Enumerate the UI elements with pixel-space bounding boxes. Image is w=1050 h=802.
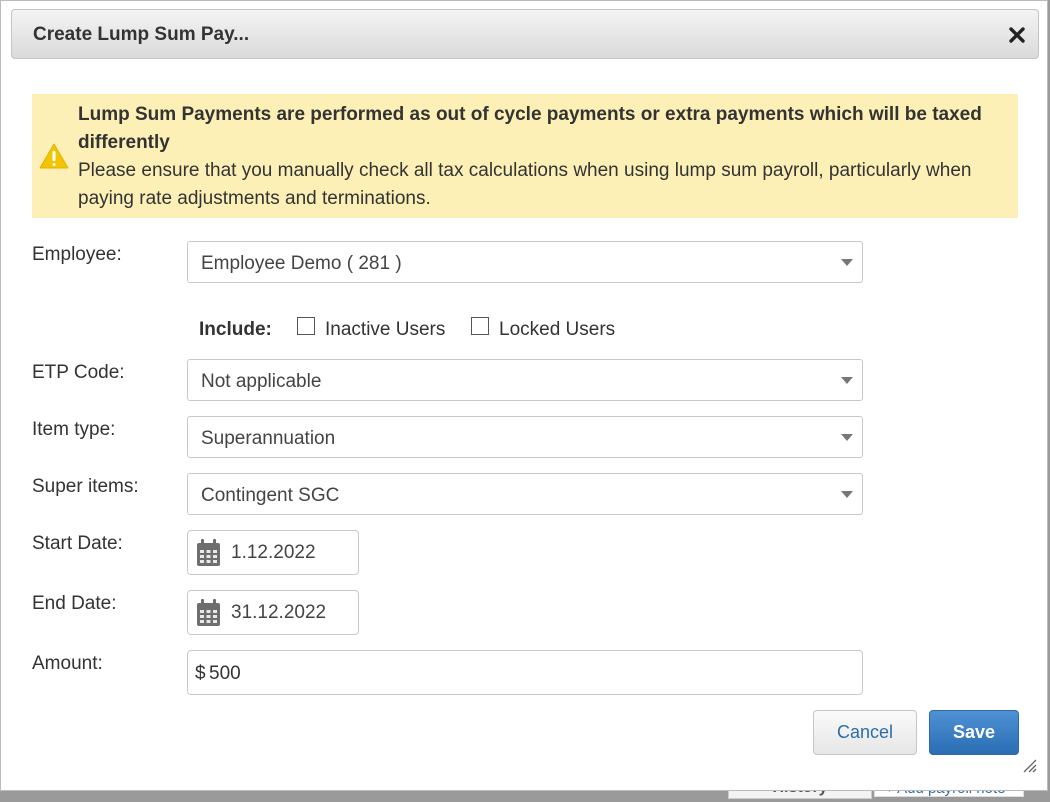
locked-users-checkbox[interactable]	[471, 317, 489, 335]
super-items-label: Super items:	[32, 476, 139, 497]
employee-value: Employee Demo ( 281 )	[201, 253, 402, 274]
alert-body: Please ensure that you manually check al…	[78, 160, 972, 209]
chevron-down-icon	[841, 491, 853, 498]
chevron-down-icon	[841, 377, 853, 384]
item-type-value: Superannuation	[201, 428, 336, 449]
calendar-icon[interactable]	[196, 599, 221, 632]
alert-text: Lump Sum Payments are performed as out o…	[78, 101, 1008, 213]
item-type-select[interactable]: Superannuation	[187, 416, 863, 458]
amount-input[interactable]: $ 500	[187, 650, 863, 695]
calendar-icon[interactable]	[196, 539, 221, 572]
inactive-users-label[interactable]: Inactive Users	[325, 319, 445, 341]
currency-symbol: $	[195, 663, 206, 684]
etp-code-select[interactable]: Not applicable	[187, 359, 863, 401]
super-items-value: Contingent SGC	[201, 485, 340, 506]
chevron-down-icon	[841, 434, 853, 441]
start-date-value[interactable]: 1.12.2022	[231, 542, 316, 564]
employee-label: Employee:	[32, 244, 122, 265]
amount-value[interactable]: 500	[209, 663, 241, 685]
close-icon[interactable]	[1006, 24, 1028, 46]
resize-handle-icon[interactable]	[1021, 757, 1037, 778]
dialog-title: Create Lump Sum Pay...	[33, 24, 250, 45]
save-button[interactable]: Save	[929, 710, 1019, 755]
start-date-field[interactable]: 1.12.2022	[187, 530, 359, 575]
amount-label: Amount:	[32, 653, 103, 674]
alert-heading: Lump Sum Payments are performed as out o…	[78, 104, 982, 153]
warning-icon	[39, 143, 69, 174]
super-items-select[interactable]: Contingent SGC	[187, 473, 863, 515]
etp-code-value: Not applicable	[201, 371, 322, 392]
end-date-value[interactable]: 31.12.2022	[231, 602, 326, 624]
start-date-label: Start Date:	[32, 533, 123, 554]
end-date-label: End Date:	[32, 593, 117, 614]
employee-select[interactable]: Employee Demo ( 281 )	[187, 241, 863, 283]
cancel-button[interactable]: Cancel	[813, 710, 917, 755]
warning-alert: Lump Sum Payments are performed as out o…	[32, 94, 1018, 218]
chevron-down-icon	[841, 259, 853, 266]
item-type-label: Item type:	[32, 419, 116, 440]
create-lump-sum-dialog: Create Lump Sum Pay... Lump Sum Payments…	[0, 0, 1048, 791]
etp-code-label: ETP Code:	[32, 362, 125, 383]
include-label: Include:	[199, 319, 272, 340]
end-date-field[interactable]: 31.12.2022	[187, 590, 359, 635]
inactive-users-checkbox[interactable]	[297, 317, 315, 335]
dialog-titlebar[interactable]: Create Lump Sum Pay...	[11, 9, 1039, 59]
locked-users-label[interactable]: Locked Users	[499, 319, 615, 341]
